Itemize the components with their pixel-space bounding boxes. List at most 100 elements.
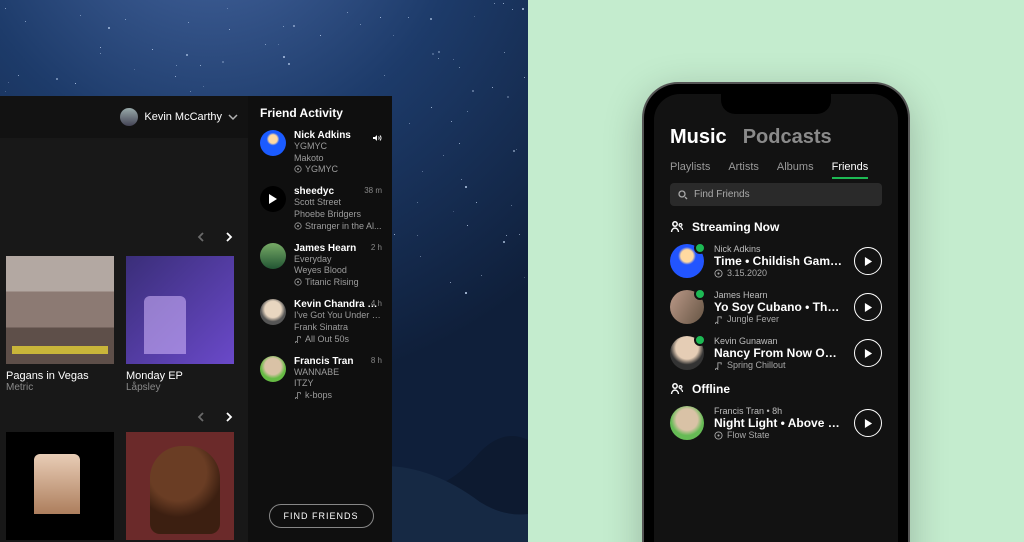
user-name: Kevin McCarthy bbox=[144, 111, 222, 123]
friend-row[interactable]: James Hearn Yo Soy Cubano • The Chakach.… bbox=[670, 290, 882, 324]
friend-timestamp: 38 m bbox=[364, 186, 382, 195]
shelf-prev[interactable] bbox=[192, 228, 210, 246]
spotify-desktop-window: Kevin McCarthy Pagans in Vegas Metric bbox=[0, 96, 392, 542]
play-button[interactable] bbox=[854, 339, 882, 367]
friend-track: Time • Childish Gambino bbox=[714, 254, 844, 268]
friend-artist: Frank Sinatra bbox=[294, 322, 382, 334]
play-button[interactable] bbox=[854, 409, 882, 437]
friend-activity-title: Friend Activity bbox=[260, 106, 382, 120]
friend-avatar bbox=[260, 130, 286, 156]
album-card[interactable]: Monday EP Låpsley bbox=[126, 256, 234, 393]
friend-timestamp: 8 h bbox=[371, 356, 382, 365]
user-menu[interactable]: Kevin McCarthy bbox=[120, 108, 238, 126]
friend-track: Scott Street bbox=[294, 197, 382, 209]
album-art bbox=[126, 432, 234, 540]
friend-activity-panel: Friend Activity Nick Adkins YGMYC Makoto… bbox=[248, 96, 392, 542]
phone-screen: Music Podcasts Playlists Artists Albums … bbox=[654, 94, 898, 542]
friend-row[interactable]: James Hearn Everyday Weyes Blood Titanic… bbox=[260, 243, 382, 287]
chevron-down-icon bbox=[228, 112, 238, 122]
album-row-1: Pagans in Vegas Metric Monday EP Låpsley bbox=[6, 256, 234, 393]
friend-name: Kevin Chandra Gu... bbox=[294, 299, 382, 310]
disc-icon bbox=[294, 165, 302, 173]
note-icon bbox=[294, 335, 302, 343]
friend-row[interactable]: sheedyc Scott Street Phoebe Bridgers Str… bbox=[260, 186, 382, 230]
tab-music[interactable]: Music bbox=[670, 126, 727, 149]
friend-name: James Hearn bbox=[294, 243, 382, 254]
friend-playlist: Titanic Rising bbox=[305, 277, 359, 287]
find-friends-button[interactable]: FIND FRIENDS bbox=[269, 504, 374, 528]
search-placeholder: Find Friends bbox=[694, 189, 750, 200]
friend-name: Francis Tran bbox=[294, 356, 382, 367]
friend-track: Everyday bbox=[294, 254, 382, 266]
friend-artist: ITZY bbox=[294, 378, 382, 390]
friend-track: Yo Soy Cubano • The Chakach... bbox=[714, 300, 844, 314]
main-pane: Kevin McCarthy Pagans in Vegas Metric bbox=[0, 96, 248, 542]
subtab-artists[interactable]: Artists bbox=[728, 161, 759, 173]
phone-frame: Music Podcasts Playlists Artists Albums … bbox=[644, 84, 908, 542]
subtab-friends[interactable]: Friends bbox=[832, 161, 869, 173]
friend-playlist: 3.15.2020 bbox=[727, 268, 767, 278]
friend-track: WANNABE bbox=[294, 367, 382, 379]
friend-playlist: Spring Chillout bbox=[727, 360, 786, 370]
online-dot-icon bbox=[694, 242, 706, 254]
friend-row[interactable]: Francis Tran • 8h Night Light • Above & … bbox=[670, 406, 882, 440]
album-artist: Metric bbox=[6, 382, 114, 393]
shelf-next[interactable] bbox=[220, 408, 238, 426]
friend-playlist: YGMYC bbox=[305, 164, 338, 174]
album-card[interactable] bbox=[126, 432, 234, 542]
phone-notch bbox=[721, 94, 831, 114]
friend-playlist: Jungle Fever bbox=[727, 314, 779, 324]
friend-artist: Weyes Blood bbox=[294, 265, 382, 277]
note-icon bbox=[294, 391, 302, 399]
disc-icon bbox=[294, 278, 302, 286]
shelf-next[interactable] bbox=[220, 228, 238, 246]
person-icon bbox=[670, 220, 684, 234]
friend-row[interactable]: Nick Adkins Time • Childish Gambino 3.15… bbox=[670, 244, 882, 278]
friend-avatar bbox=[670, 406, 704, 440]
play-button[interactable] bbox=[854, 293, 882, 321]
search-icon bbox=[678, 190, 688, 200]
friend-track: I've Got You Under My ... bbox=[294, 310, 382, 322]
online-dot-icon bbox=[694, 334, 706, 346]
play-button[interactable] bbox=[854, 247, 882, 275]
person-icon bbox=[670, 382, 684, 396]
friend-playlist: Flow State bbox=[727, 430, 770, 440]
album-card[interactable] bbox=[6, 432, 114, 542]
friend-avatar bbox=[260, 356, 286, 382]
tab-podcasts[interactable]: Podcasts bbox=[743, 126, 832, 149]
note-icon bbox=[714, 315, 723, 324]
shelf-nav-1 bbox=[192, 228, 238, 246]
subtab-albums[interactable]: Albums bbox=[777, 161, 814, 173]
friend-row[interactable]: Kevin Chandra Gu... I've Got You Under M… bbox=[260, 299, 382, 343]
volume-icon bbox=[372, 130, 382, 140]
play-hover-icon[interactable] bbox=[260, 186, 286, 212]
friend-timestamp: 2 h bbox=[371, 243, 382, 252]
friend-name: Nick Adkins bbox=[714, 244, 844, 254]
shelf-prev[interactable] bbox=[192, 408, 210, 426]
sub-tabs: Playlists Artists Albums Friends bbox=[670, 161, 882, 173]
friend-artist: Makoto bbox=[294, 153, 382, 165]
friend-avatar bbox=[670, 290, 704, 324]
album-art bbox=[126, 256, 234, 364]
friend-row[interactable]: Francis Tran WANNABE ITZY k-bops 8 h bbox=[260, 356, 382, 400]
desktop-wallpaper: Kevin McCarthy Pagans in Vegas Metric bbox=[0, 0, 528, 542]
avatar-icon bbox=[120, 108, 138, 126]
album-row-2 bbox=[6, 432, 234, 542]
friend-avatar bbox=[260, 243, 286, 269]
friend-row[interactable]: Kevin Gunawan Nancy From Now On • Father… bbox=[670, 336, 882, 370]
friend-playlist: k-bops bbox=[305, 390, 332, 400]
friend-avatar bbox=[260, 299, 286, 325]
friend-track: YGMYC bbox=[294, 141, 382, 153]
friend-avatar bbox=[670, 336, 704, 370]
album-title: Pagans in Vegas bbox=[6, 370, 114, 382]
section-streaming-now: Streaming Now bbox=[670, 220, 882, 234]
subtab-playlists[interactable]: Playlists bbox=[670, 161, 710, 173]
album-card[interactable]: Pagans in Vegas Metric bbox=[6, 256, 114, 393]
friend-track: Night Light • Above & Beyond bbox=[714, 416, 844, 430]
friend-track: Nancy From Now On • Father J... bbox=[714, 346, 844, 360]
friend-row[interactable]: Nick Adkins YGMYC Makoto YGMYC bbox=[260, 130, 382, 174]
friend-playlist: Stranger in the Al... bbox=[305, 221, 382, 231]
search-input[interactable]: Find Friends bbox=[670, 183, 882, 206]
album-art bbox=[6, 256, 114, 364]
friend-playlist: All Out 50s bbox=[305, 334, 349, 344]
